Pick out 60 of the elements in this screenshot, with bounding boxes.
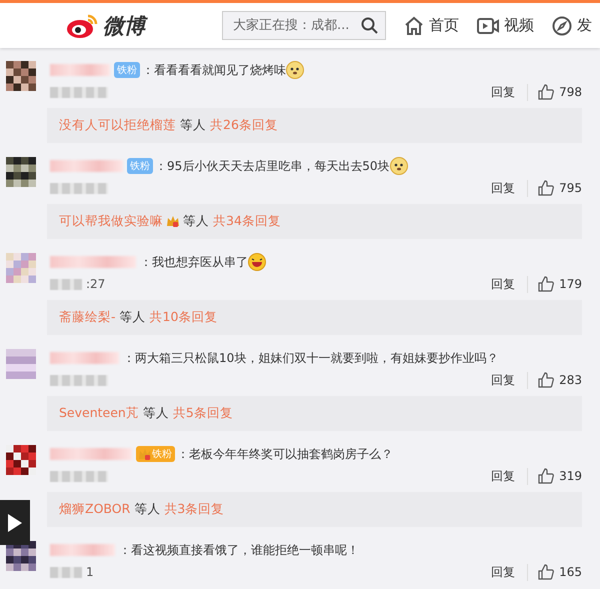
- reply-link[interactable]: 回复: [491, 84, 528, 100]
- comment-text: ：看这视频直接看饿了，谁能拒绝一顿串呢！: [119, 542, 359, 558]
- thumbs-up-icon: [538, 468, 554, 484]
- reply-link[interactable]: 回复: [491, 468, 528, 484]
- play-icon: [7, 512, 23, 532]
- reply-etc-text: 等人: [134, 501, 160, 518]
- avatar[interactable]: [6, 445, 36, 475]
- fan-badge: 铁粉: [114, 62, 140, 78]
- thumbs-up-icon: [538, 372, 554, 388]
- reply-etc-text: 等人: [142, 405, 169, 422]
- comment-text: ：我也想弃医从串了: [140, 254, 248, 270]
- reply-link[interactable]: 回复: [491, 372, 528, 388]
- like-button[interactable]: 798: [538, 84, 582, 100]
- like-button[interactable]: 283: [538, 372, 582, 388]
- comment-text: ：老板今年年终奖可以抽套鹤岗房子么？: [177, 446, 393, 462]
- fan-badge: 铁粉: [136, 446, 175, 462]
- laughing-emoji-icon: [248, 253, 266, 271]
- avatar[interactable]: [6, 157, 36, 187]
- thumbs-up-icon: [538, 84, 554, 100]
- reply-etc-text: 等人: [180, 117, 206, 134]
- reply-link[interactable]: 回复: [491, 276, 528, 292]
- home-icon: [404, 16, 424, 36]
- blurred-timestamp: [50, 86, 108, 98]
- avatar[interactable]: [6, 61, 36, 91]
- blurred-username: [50, 64, 110, 76]
- thumbs-up-icon: [538, 564, 554, 580]
- reply-link[interactable]: 回复: [491, 180, 528, 196]
- like-button[interactable]: 319: [538, 468, 582, 484]
- crown-icon: [139, 448, 151, 460]
- blurred-timestamp: [50, 278, 82, 290]
- like-button[interactable]: 179: [538, 276, 582, 292]
- blurred-timestamp: [50, 566, 82, 578]
- thumbs-up-icon: [538, 180, 554, 196]
- dog-emoji-icon: [390, 157, 408, 175]
- blurred-username: [50, 544, 115, 556]
- fan-badge: 铁粉: [127, 158, 153, 174]
- compass-icon: [552, 16, 572, 36]
- video-icon: [477, 16, 499, 34]
- nav-link[interactable]: 首页: [404, 16, 459, 36]
- reply-etc-text: 等人: [183, 213, 209, 230]
- search-field[interactable]: 大家正在搜：成都...: [222, 11, 386, 40]
- reply-etc-text: 等人: [120, 309, 146, 326]
- comment-text: ：看看看看就闻见了烧烤味: [142, 62, 286, 78]
- like-button[interactable]: 795: [538, 180, 582, 196]
- blurred-username: [50, 352, 119, 364]
- nav-link[interactable]: 视频: [477, 16, 534, 35]
- blurred-timestamp: [50, 374, 108, 386]
- dog-emoji-icon: [286, 61, 304, 79]
- reply-link[interactable]: 回复: [491, 564, 528, 580]
- like-button[interactable]: 165: [538, 564, 582, 580]
- timestamp: :27: [86, 277, 106, 291]
- nav-link[interactable]: 发: [552, 16, 592, 36]
- thumbs-up-icon: [538, 276, 554, 292]
- blurred-timestamp: [50, 470, 108, 482]
- search-icon[interactable]: [361, 17, 378, 34]
- play-button[interactable]: [0, 500, 30, 545]
- blurred-timestamp: [50, 182, 108, 194]
- timestamp: 1: [86, 565, 94, 579]
- comment-text: ：95后小伙天天去店里吃串，每天出去50块: [155, 158, 390, 174]
- comment-text: ：两大箱三只松鼠10块，姐妹们双十一就要到啦，有姐妹要抄作业吗？: [123, 350, 498, 366]
